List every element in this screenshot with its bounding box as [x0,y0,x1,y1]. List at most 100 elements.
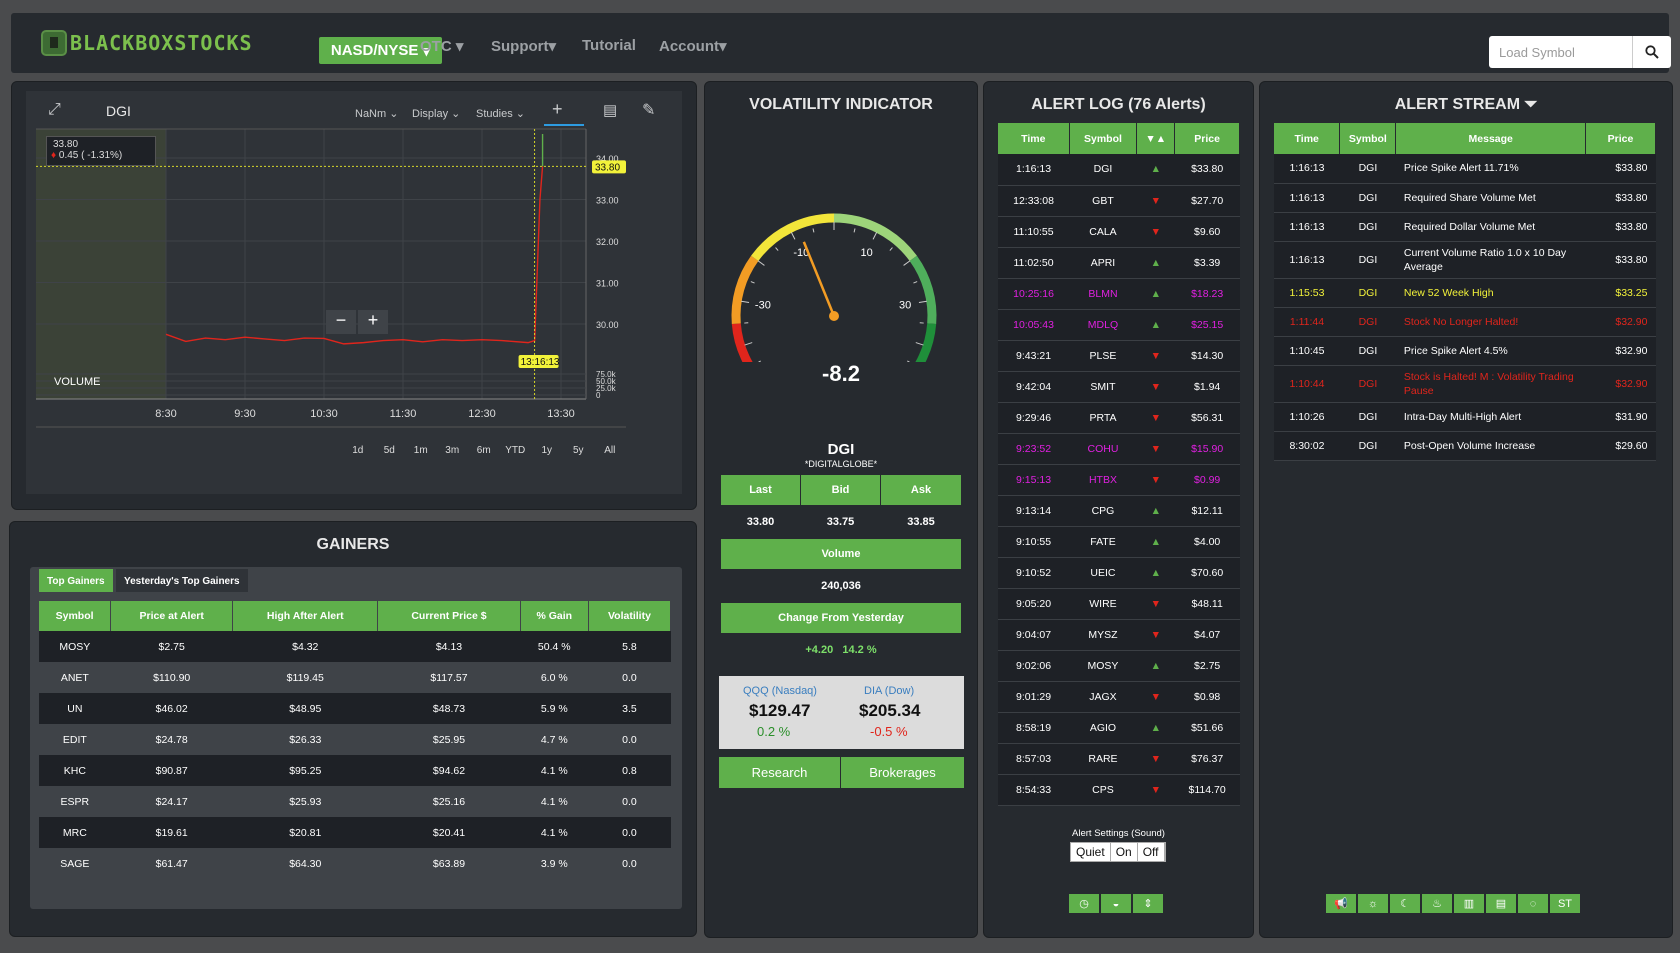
alert-symbol[interactable]: HTBX [1069,464,1137,496]
alert-symbol[interactable]: BLMN [1069,278,1137,310]
alert-symbol[interactable]: CPG [1069,495,1137,527]
alert-log-row[interactable]: 9:15:13 HTBX ▼ $0.99 [998,464,1240,496]
search-input[interactable]: Load Symbol [1489,36,1633,68]
alert-symbol[interactable]: WIRE [1069,588,1137,620]
stream-symbol[interactable]: DGI [1339,241,1396,279]
nav-tutorial[interactable]: Tutorial [582,37,636,54]
alert-symbol[interactable]: APRI [1069,247,1137,279]
alert-log-row[interactable]: 8:54:33 CPS ▼ $114.70 [998,774,1240,806]
logo[interactable]: BLACKBOXSTOCKS [41,30,253,56]
sun-icon[interactable]: ☼ [1358,894,1388,913]
gainers-col-header[interactable]: Volatility [588,601,672,631]
alert-symbol[interactable]: MDLQ [1069,309,1137,341]
alert-stream-col-header[interactable]: Symbol [1339,123,1397,154]
nav-otc[interactable]: OTC ▾ [420,37,463,55]
chat-icon[interactable]: ◌ [1518,894,1548,913]
sound-option-quiet[interactable]: Quiet [1071,843,1111,861]
gainers-col-header[interactable]: High After Alert [232,601,379,631]
table-row[interactable]: MRC $19.61 $20.81 $20.41 4.1 % 0.0 [39,817,671,848]
alert-log-col-header[interactable]: Price [1174,123,1240,154]
alert-symbol[interactable]: FATE [1069,526,1137,558]
research-button[interactable]: Research [719,757,840,788]
gainers-col-header[interactable]: Symbol [39,601,112,631]
alert-log-row[interactable]: 8:57:03 RARE ▼ $76.37 [998,743,1240,775]
filter-icon[interactable]: ⏷ [1524,96,1537,113]
alert-log-row[interactable]: 9:43:21 PLSE ▼ $14.30 [998,340,1240,372]
table-row[interactable]: ANET $110.90 $119.45 $117.57 6.0 % 0.0 [39,662,671,693]
alert-log-col-header[interactable]: ▼▲ [1136,123,1176,154]
alert-symbol[interactable]: SMIT [1069,371,1137,403]
sound-option-on[interactable]: On [1111,843,1138,861]
alert-symbol[interactable]: CALA [1069,216,1137,248]
range-3m[interactable]: 3m [437,445,469,456]
table-row[interactable]: MOSY $2.75 $4.32 $4.13 50.4 % 5.8 [39,631,671,662]
range-all[interactable]: All [594,445,626,456]
alert-stream-col-header[interactable]: Price [1585,123,1656,154]
stream-symbol[interactable]: DGI [1339,402,1396,432]
table-row[interactable]: KHC $90.87 $95.25 $94.62 4.1 % 0.8 [39,755,671,786]
gainers-col-header[interactable]: Current Price $ [377,601,521,631]
search-icon[interactable] [1633,36,1671,68]
table-row[interactable]: SAGE $61.47 $64.30 $63.89 3.9 % 0.0 [39,848,671,879]
alert-log-row[interactable]: 9:10:55 FATE ▲ $4.00 [998,526,1240,558]
alert-symbol[interactable]: CPS [1069,774,1137,806]
alert-log-row[interactable]: 12:33:08 GBT ▼ $27.70 [998,185,1240,217]
table-row[interactable]: ESPR $24.17 $25.93 $25.16 4.1 % 0.0 [39,786,671,817]
brokerages-button[interactable]: Brokerages [841,757,964,788]
alert-stream-row[interactable]: 1:15:53 DGI New 52 Week High $33.25 [1274,278,1656,308]
alert-log-row[interactable]: 10:05:43 MDLQ ▲ $25.15 [998,309,1240,341]
table-row[interactable]: EDIT $24.78 $26.33 $25.95 4.7 % 0.0 [39,724,671,755]
megaphone-icon[interactable]: 📢 [1326,894,1356,913]
alert-symbol[interactable]: MOSY [1069,650,1137,682]
range-1m[interactable]: 1m [405,445,437,456]
alert-symbol[interactable]: AGIO [1069,712,1137,744]
flame-icon[interactable]: ♨ [1422,894,1452,913]
range-6m[interactable]: 6m [468,445,500,456]
table-row[interactable]: UN $46.02 $48.95 $48.73 5.9 % 3.5 [39,693,671,724]
alert-log-row[interactable]: 8:58:19 AGIO ▲ $51.66 [998,712,1240,744]
alert-log-row[interactable]: 9:01:29 JAGX ▼ $0.98 [998,681,1240,713]
alert-stream-row[interactable]: 1:16:13 DGI Price Spike Alert 11.71% $33.80 [1274,154,1656,184]
tab-top-gainers[interactable]: Top Gainers [39,569,113,592]
stream-symbol[interactable]: DGI [1339,154,1396,184]
alert-log-row[interactable]: 9:02:06 MOSY ▲ $2.75 [998,650,1240,682]
alert-stream-row[interactable]: 1:16:13 DGI Required Share Volume Met $33.8… [1274,183,1656,213]
stream-symbol[interactable]: DGI [1339,307,1396,337]
alert-stream-col-header[interactable]: Message [1395,123,1587,154]
alert-log-row[interactable]: 11:02:50 APRI ▲ $3.39 [998,247,1240,279]
alert-symbol[interactable]: PLSE [1069,340,1137,372]
range-1y[interactable]: 1y [531,445,563,456]
nav-account[interactable]: Account▾ [659,37,727,55]
alert-log-row[interactable]: 1:16:13 DGI ▲ $33.80 [998,154,1240,186]
alert-log-row[interactable]: 9:10:52 UEIC ▲ $70.60 [998,557,1240,589]
gainers-col-header[interactable]: % Gain [520,601,589,631]
alert-stream-row[interactable]: 1:16:13 DGI Required Dollar Volume Met $33.… [1274,212,1656,242]
nav-support[interactable]: Support▾ [491,37,556,55]
alert-stream-row[interactable]: 1:10:44 DGI Stock is Halted! M : Volatilit… [1274,365,1656,403]
stream-symbol[interactable]: DGI [1339,365,1396,403]
stream-symbol[interactable]: DGI [1339,212,1396,242]
alert-log-col-header[interactable]: Symbol [1069,123,1138,154]
sort-icon[interactable]: ⇕ [1133,894,1163,913]
alert-stream-row[interactable]: 1:10:26 DGI Intra-Day Multi-High Alert $31.… [1274,402,1656,432]
stream-symbol[interactable]: DGI [1339,183,1396,213]
clock-icon[interactable]: ◷ [1069,894,1099,913]
zoom-out-button[interactable]: − [326,310,356,334]
zoom-in-button[interactable]: + [358,310,388,334]
alert-symbol[interactable]: GBT [1069,185,1137,217]
sound-option-off[interactable]: Off [1138,843,1165,861]
bar-chart-icon[interactable]: ▥ [1454,894,1484,913]
alert-symbol[interactable]: JAGX [1069,681,1137,713]
alert-stream-row[interactable]: 1:10:45 DGI Price Spike Alert 4.5% $32.90 [1274,336,1656,366]
stream-symbol[interactable]: DGI [1339,336,1396,366]
stocktwits-icon[interactable]: ST [1550,894,1580,913]
range-ytd[interactable]: YTD [500,445,532,456]
alert-log-row[interactable]: 9:05:20 WIRE ▼ $48.11 [998,588,1240,620]
alert-symbol[interactable]: MYSZ [1069,619,1137,651]
gainers-col-header[interactable]: Price at Alert [110,601,234,631]
news-icon[interactable]: ▤ [1486,894,1516,913]
moon-icon[interactable]: ☾ [1390,894,1420,913]
alert-log-row[interactable]: 9:29:46 PRTA ▼ $56.31 [998,402,1240,434]
alert-stream-row[interactable]: 1:16:13 DGI Current Volume Ratio 1.0 x 10 … [1274,241,1656,279]
alert-symbol[interactable]: DGI [1069,154,1137,186]
